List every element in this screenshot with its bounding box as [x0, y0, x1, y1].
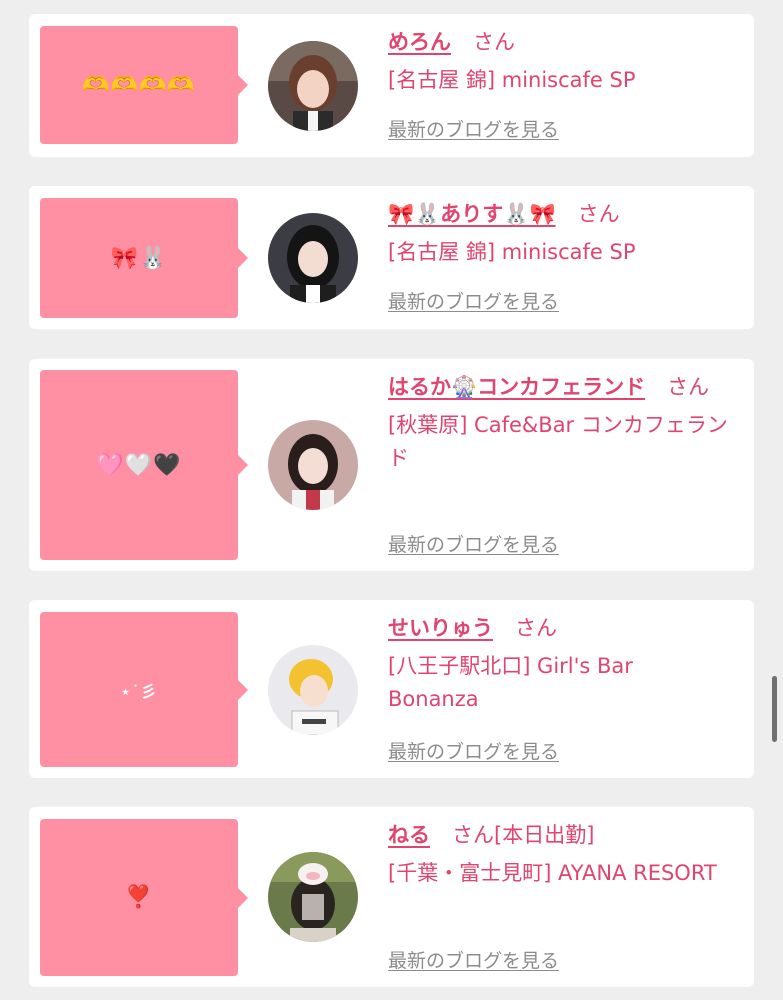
cast-name-link[interactable]: 🎀🐰ありす🐰🎀: [388, 202, 556, 226]
shop-link[interactable]: [名古屋 錦] miniscafe SP: [388, 236, 738, 269]
cast-card: ⋆˙彡 せいりゅう さん [八王子駅北口] Girl's Bar Bonanza …: [29, 600, 754, 778]
cast-name-link[interactable]: はるか🎡コンカフェランド: [388, 375, 645, 399]
avatar[interactable]: [268, 420, 358, 510]
cast-card: ❣️ ねる さん[本日出勤] [千葉・富士見町] AYANA RESORT 最新の…: [29, 807, 754, 987]
message-text: 🎀🐰: [110, 245, 168, 271]
shop-link[interactable]: [名古屋 錦] miniscafe SP: [388, 64, 738, 97]
message-bubble: 🫶🫶🫶🫶: [40, 26, 248, 144]
cast-name-link[interactable]: めろん: [388, 30, 451, 54]
cast-card: 🫶🫶🫶🫶 めろん さん [名古屋 錦] miniscafe SP 最新のブログを見…: [29, 14, 754, 157]
avatar[interactable]: [268, 852, 358, 942]
cast-card: 🎀🐰 🎀🐰ありす🐰🎀 さん [名古屋 錦] miniscafe SP 最新のブログ…: [29, 186, 754, 329]
latest-blog-link[interactable]: 最新のブログを見る: [388, 287, 559, 314]
avatar[interactable]: [268, 645, 358, 735]
latest-blog-link[interactable]: 最新のブログを見る: [388, 530, 559, 557]
shop-link[interactable]: [千葉・富士見町] AYANA RESORT: [388, 857, 738, 890]
cast-info: はるか🎡コンカフェランド さん [秋葉原] Cafe&Bar コンカフェランド: [388, 371, 738, 475]
honorific: さん: [667, 375, 710, 399]
honorific: さん: [515, 616, 557, 640]
cast-info: 🎀🐰ありす🐰🎀 さん [名古屋 錦] miniscafe SP: [388, 198, 738, 269]
latest-blog-link[interactable]: 最新のブログを見る: [388, 737, 559, 764]
message-text: ❣️: [124, 885, 154, 910]
scrollbar[interactable]: [772, 676, 777, 742]
cast-info: ねる さん[本日出勤] [千葉・富士見町] AYANA RESORT: [388, 819, 738, 890]
cast-card: 🩷🤍🖤 はるか🎡コンカフェランド さん [秋葉原] Cafe&Bar コンカフェラ…: [29, 359, 754, 571]
cast-name-link[interactable]: せいりゅう: [388, 616, 493, 640]
message-text: ⋆˙彡: [120, 681, 158, 701]
latest-blog-link[interactable]: 最新のブログを見る: [388, 115, 559, 142]
latest-blog-link[interactable]: 最新のブログを見る: [388, 946, 559, 973]
message-bubble: ❣️: [40, 819, 248, 976]
message-bubble: 🎀🐰: [40, 198, 248, 318]
message-text: 🫶🫶🫶🫶: [82, 72, 196, 98]
cast-info: せいりゅう さん [八王子駅北口] Girl's Bar Bonanza: [388, 612, 738, 716]
shop-link[interactable]: [八王子駅北口] Girl's Bar Bonanza: [388, 650, 688, 716]
message-bubble: ⋆˙彡: [40, 612, 248, 767]
message-text: 🩷🤍🖤: [96, 452, 182, 478]
avatar[interactable]: [268, 41, 358, 131]
cast-info: めろん さん [名古屋 錦] miniscafe SP: [388, 26, 738, 97]
shop-link[interactable]: [秋葉原] Cafe&Bar コンカフェランド: [388, 409, 738, 475]
honorific: さん[本日出勤]: [452, 823, 595, 847]
message-bubble: 🩷🤍🖤: [40, 370, 248, 560]
honorific: さん: [577, 202, 620, 226]
honorific: さん: [473, 30, 515, 54]
cast-name-link[interactable]: ねる: [388, 823, 430, 847]
avatar[interactable]: [268, 213, 358, 303]
